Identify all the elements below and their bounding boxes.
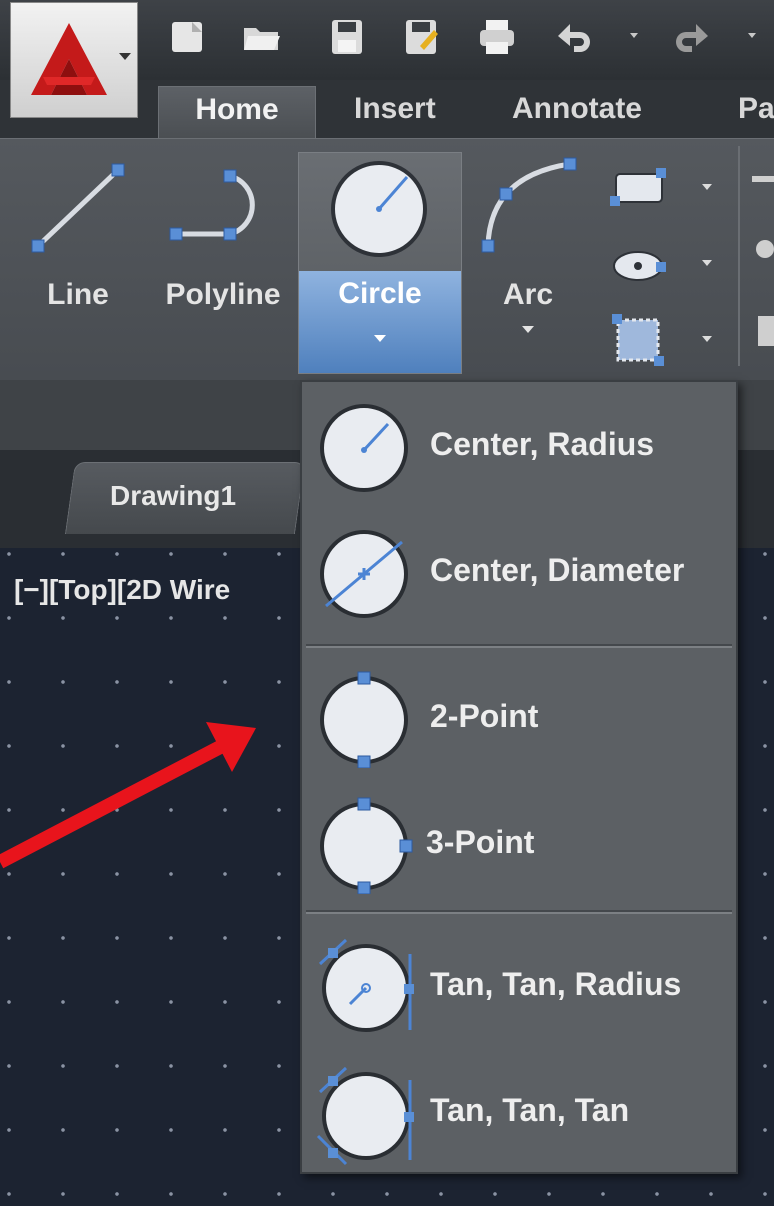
circle-2-point-icon	[320, 671, 408, 768]
annotation-arrow	[0, 722, 256, 869]
arc-tool-button[interactable]: Arc	[470, 146, 586, 356]
tab-home[interactable]: Home	[158, 86, 316, 140]
save-as-icon[interactable]	[400, 16, 442, 58]
hatch-icon	[612, 314, 664, 366]
circle-tan-tan-radius-icon	[318, 938, 414, 1032]
tab-annotate[interactable]: Annotate	[512, 86, 642, 138]
menu-item-label: Center, Radius	[430, 426, 655, 462]
new-file-icon[interactable]	[166, 16, 208, 58]
hatch-tool-button[interactable]	[606, 312, 716, 368]
circle-tool-button[interactable]: Circle	[298, 152, 462, 374]
redo-dropdown-icon[interactable]	[748, 33, 756, 38]
rotate-icon[interactable]	[756, 240, 774, 258]
circle-tan-tan-tan-icon	[316, 1066, 414, 1166]
arc-icon	[481, 157, 577, 253]
line-icon	[31, 163, 125, 253]
line-tool-button[interactable]: Line	[18, 146, 138, 346]
viewport-controls-label[interactable]: [−][Top][2D Wire	[14, 574, 230, 606]
menu-item-label: 2-Point	[430, 698, 539, 734]
open-folder-icon[interactable]	[240, 16, 282, 58]
menu-item-center-radius[interactable]: Center, Radius	[302, 388, 736, 508]
chevron-down-icon	[702, 260, 712, 266]
menu-separator-highlight	[306, 912, 732, 914]
move-icon[interactable]	[752, 176, 774, 182]
menu-item-tan-tan-radius[interactable]: Tan, Tan, Radius	[302, 922, 736, 1042]
circle-center-diameter-icon	[320, 530, 408, 618]
autocad-logo-icon	[31, 23, 107, 95]
menu-separator-highlight	[306, 646, 732, 648]
ribbon-divider	[738, 146, 740, 366]
circle-3-point-icon	[320, 797, 413, 894]
chevron-down-icon	[119, 53, 131, 60]
menu-item-label: 3-Point	[426, 824, 535, 860]
ellipse-tool-button[interactable]	[606, 236, 716, 292]
copy-icon[interactable]	[758, 316, 774, 346]
polyline-label: Polyline	[165, 278, 281, 311]
print-icon[interactable]	[476, 16, 518, 58]
circle-dropdown-split-button[interactable]: Circle	[299, 271, 461, 373]
circle-icon	[331, 161, 427, 257]
menu-item-2-point[interactable]: 2-Point	[302, 656, 736, 776]
chevron-down-icon	[702, 336, 712, 342]
redo-icon[interactable]	[672, 16, 714, 58]
autocad-window: Home Insert Annotate Pa Line Polyline Ci…	[0, 0, 774, 1206]
menu-item-center-diameter[interactable]: Center, Diameter	[302, 514, 736, 634]
menu-item-tan-tan-tan[interactable]: Tan, Tan, Tan	[302, 1048, 736, 1168]
menu-item-label: Center, Diameter	[430, 552, 685, 588]
tab-insert[interactable]: Insert	[354, 86, 436, 138]
chevron-down-icon	[522, 326, 534, 333]
rectangle-icon	[610, 168, 666, 206]
circle-center-radius-icon	[320, 404, 408, 492]
menu-item-label: Tan, Tan, Tan	[430, 1092, 630, 1128]
chevron-down-icon	[702, 184, 712, 190]
circle-dropdown-menu: Center, Radius Center, Diameter 2-Point	[300, 380, 738, 1174]
save-icon[interactable]	[326, 16, 368, 58]
document-tab-label: Drawing1	[110, 480, 237, 511]
circle-label: Circle	[338, 277, 422, 310]
line-label: Line	[47, 278, 109, 311]
undo-icon[interactable]	[552, 16, 594, 58]
menu-item-3-point[interactable]: 3-Point	[302, 782, 736, 902]
tab-parametric[interactable]: Pa	[738, 86, 774, 138]
menu-item-label: Tan, Tan, Radius	[430, 966, 682, 1002]
ellipse-icon	[613, 251, 666, 281]
rectangle-tool-button[interactable]	[606, 160, 716, 216]
chevron-down-icon	[374, 335, 386, 342]
application-menu-button[interactable]	[10, 2, 138, 118]
arc-label: Arc	[502, 278, 554, 311]
polyline-icon	[169, 169, 255, 241]
polyline-tool-button[interactable]: Polyline	[148, 146, 298, 346]
undo-dropdown-icon[interactable]	[630, 33, 638, 38]
